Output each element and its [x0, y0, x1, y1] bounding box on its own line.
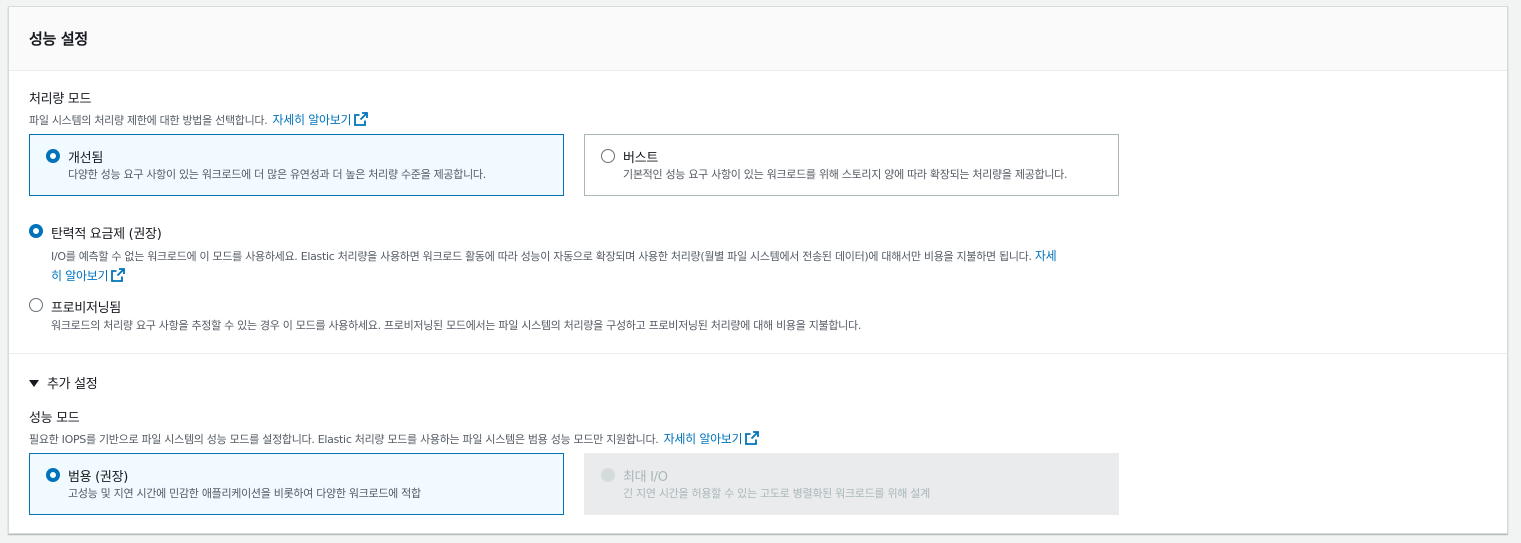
external-link-icon — [111, 268, 126, 282]
tile-title: 최대 I/O — [623, 470, 668, 485]
enhanced-radio[interactable] — [46, 149, 60, 163]
elastic-learn-more-row: 히 알아보기 — [51, 265, 126, 284]
elastic-learn-more-link-part1[interactable]: 자세 — [1035, 249, 1057, 263]
panel-title: 성능 설정 — [29, 30, 88, 48]
elastic-radio[interactable] — [29, 224, 43, 238]
external-link-icon — [745, 431, 760, 445]
tile-description: 고성능 및 지연 시간에 민감한 애플리케이션을 비롯하여 다양한 워크로드에 … — [68, 487, 421, 500]
provisioned-option-description: 워크로드의 처리량 요구 사항을 추정할 수 있는 경우 이 모드를 사용하세요… — [51, 319, 862, 332]
tile-title: 개선됨 — [68, 151, 103, 166]
throughput-mode-description-row: 파일 시스템의 처리량 제한에 대한 방법을 선택합니다. 자세히 알아보기 — [29, 109, 369, 128]
elastic-option-title[interactable]: 탄력적 요금제 (권장) — [51, 223, 162, 242]
throughput-mode-description: 파일 시스템의 처리량 제한에 대한 방법을 선택합니다. — [29, 114, 268, 127]
performance-mode-description: 필요한 IOPS를 기반으로 파일 시스템의 성능 모드를 설정합니다. Ela… — [29, 433, 659, 446]
tile-title: 버스트 — [623, 151, 658, 166]
tile-description: 긴 지연 시간을 허용할 수 있는 고도로 병렬화된 워크로드를 위해 설계 — [623, 487, 930, 500]
external-link-icon — [354, 112, 369, 126]
elastic-learn-more-link[interactable]: 히 알아보기 — [51, 268, 126, 283]
performance-learn-more-link[interactable]: 자세히 알아보기 — [664, 431, 760, 446]
bursting-radio[interactable] — [601, 149, 615, 163]
additional-settings-toggle[interactable]: 추가 설정 — [29, 373, 98, 392]
tile-description: 다양한 성능 요구 사항이 있는 워크로드에 더 많은 유연성과 더 높은 처리… — [68, 168, 486, 181]
performance-mode-description-row: 필요한 IOPS를 기반으로 파일 시스템의 성능 모드를 설정합니다. Ela… — [29, 428, 760, 447]
provisioned-radio[interactable] — [29, 298, 43, 312]
throughput-tile-bursting[interactable]: 버스트 기본적인 성능 요구 사항이 있는 워크로드를 위해 스토리지 양에 따… — [584, 134, 1119, 196]
provisioned-option-title[interactable]: 프로비저닝됨 — [51, 297, 121, 316]
elastic-option-description: I/O를 예측할 수 없는 워크로드에 이 모드를 사용하세요. Elastic… — [51, 250, 1032, 263]
general-purpose-radio[interactable] — [46, 468, 60, 482]
tile-title: 범용 (권장) — [68, 470, 129, 485]
throughput-learn-more-link[interactable]: 자세히 알아보기 — [273, 112, 369, 127]
performance-mode-label: 성능 모드 — [29, 411, 80, 426]
panel-header: 성능 설정 — [9, 7, 1507, 71]
performance-tile-max-io: 최대 I/O 긴 지연 시간을 허용할 수 있는 고도로 병렬화된 워크로드를 … — [584, 453, 1119, 515]
section-divider — [9, 353, 1507, 354]
throughput-mode-label: 처리량 모드 — [29, 92, 92, 107]
throughput-tile-enhanced[interactable]: 개선됨 다양한 성능 요구 사항이 있는 워크로드에 더 많은 유연성과 더 높… — [29, 134, 564, 196]
tile-description: 기본적인 성능 요구 사항이 있는 워크로드를 위해 스토리지 양에 따라 확장… — [623, 168, 1068, 181]
elastic-option-description-row: I/O를 예측할 수 없는 워크로드에 이 모드를 사용하세요. Elastic… — [51, 247, 1057, 264]
caret-down-icon — [29, 380, 39, 387]
max-io-radio — [601, 468, 615, 482]
performance-tile-general-purpose[interactable]: 범용 (권장) 고성능 및 지연 시간에 민감한 애플리케이션을 비롯하여 다양… — [29, 453, 564, 515]
performance-settings-panel: 성능 설정 처리량 모드 파일 시스템의 처리량 제한에 대한 방법을 선택합니… — [8, 6, 1508, 534]
